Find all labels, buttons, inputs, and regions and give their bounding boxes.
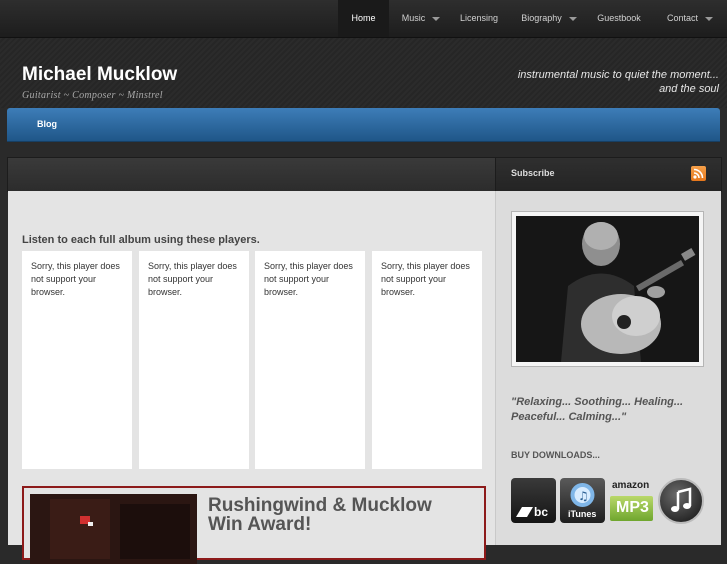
album-player-1[interactable]: Sorry, this player does not support your…	[22, 251, 132, 469]
bandcamp-label: bc	[534, 505, 549, 519]
main-content: Listen to each full album using these pl…	[8, 191, 495, 564]
nav-blog[interactable]: Blog	[37, 119, 57, 129]
news-title[interactable]: Rushingwind & Mucklow Win Award!	[208, 496, 432, 534]
svg-text:♫: ♫	[578, 489, 589, 503]
nav-licensing-label: Licensing	[459, 13, 499, 23]
site-header: Michael Mucklow Guitarist ~ Composer ~ M…	[0, 38, 727, 108]
subscribe-label: Subscribe	[511, 168, 555, 178]
top-navigation: Home Music Licensing Biography Guestbook…	[0, 0, 727, 38]
chevron-down-icon	[705, 16, 714, 21]
nav-music[interactable]: Music	[392, 0, 450, 37]
player-unsupported-message: Sorry, this player does not support your…	[148, 261, 237, 297]
site-tagline: Guitarist ~ Composer ~ Minstrel	[22, 90, 163, 101]
header-quote: instrumental music to quiet the moment..…	[459, 68, 719, 96]
news-photo[interactable]	[30, 494, 197, 564]
itunes-label: iTunes	[568, 509, 597, 519]
nav-contact-label: Contact	[666, 13, 699, 23]
sidebar-quote: "Relaxing... Soothing... Healing... Peac…	[511, 395, 711, 425]
rss-icon[interactable]	[691, 166, 706, 181]
player-unsupported-message: Sorry, this player does not support your…	[381, 261, 470, 297]
sidebar-header-bar: Subscribe	[495, 157, 722, 192]
header-quote-line1: instrumental music to quiet the moment..…	[517, 69, 719, 81]
nav-contact[interactable]: Contact	[660, 0, 720, 37]
buy-downloads-heading: BUY DOWNLOADS...	[511, 450, 600, 460]
nav-guestbook[interactable]: Guestbook	[590, 0, 648, 37]
bandcamp-button[interactable]: bc	[511, 478, 556, 523]
nav-licensing[interactable]: Licensing	[452, 0, 506, 37]
mp3-label: MP3	[616, 499, 649, 516]
news-item: Rushingwind & Mucklow Win Award!	[22, 486, 486, 564]
chevron-down-icon	[568, 16, 577, 21]
amazon-mp3-badge: MP3	[610, 496, 653, 521]
artist-photo	[511, 211, 704, 367]
music-store-button[interactable]	[658, 478, 704, 524]
secondary-navigation: Blog	[7, 108, 720, 142]
album-player-4[interactable]: Sorry, this player does not support your…	[372, 251, 482, 469]
amazon-mp3-button[interactable]: amazon MP3	[609, 478, 654, 523]
sidebar-quote-line2: Peaceful... Calming..."	[511, 411, 627, 423]
listen-heading: Listen to each full album using these pl…	[22, 234, 260, 246]
player-unsupported-message: Sorry, this player does not support your…	[31, 261, 120, 297]
site-title[interactable]: Michael Mucklow	[22, 64, 177, 86]
nav-biography-label: Biography	[521, 13, 562, 23]
content-header-bar	[7, 157, 496, 192]
news-title-line2: Win Award!	[208, 514, 312, 535]
amazon-label: amazon	[612, 480, 650, 491]
music-note-icon	[671, 487, 692, 512]
player-unsupported-message: Sorry, this player does not support your…	[264, 261, 353, 297]
nav-biography[interactable]: Biography	[516, 0, 582, 37]
header-quote-line2: and the soul	[659, 83, 719, 95]
album-player-3[interactable]: Sorry, this player does not support your…	[255, 251, 365, 469]
album-player-2[interactable]: Sorry, this player does not support your…	[139, 251, 249, 469]
nav-home-label: Home	[351, 13, 376, 23]
sidebar: "Relaxing... Soothing... Healing... Peac…	[495, 191, 721, 545]
news-title-line1: Rushingwind & Mucklow	[208, 495, 432, 516]
nav-guestbook-label: Guestbook	[597, 13, 641, 23]
nav-music-label: Music	[401, 13, 426, 23]
sidebar-quote-line1: "Relaxing... Soothing... Healing...	[511, 396, 684, 408]
itunes-button[interactable]: ♫ iTunes	[560, 478, 605, 523]
chevron-down-icon	[432, 16, 441, 21]
nav-home[interactable]: Home	[338, 0, 389, 37]
